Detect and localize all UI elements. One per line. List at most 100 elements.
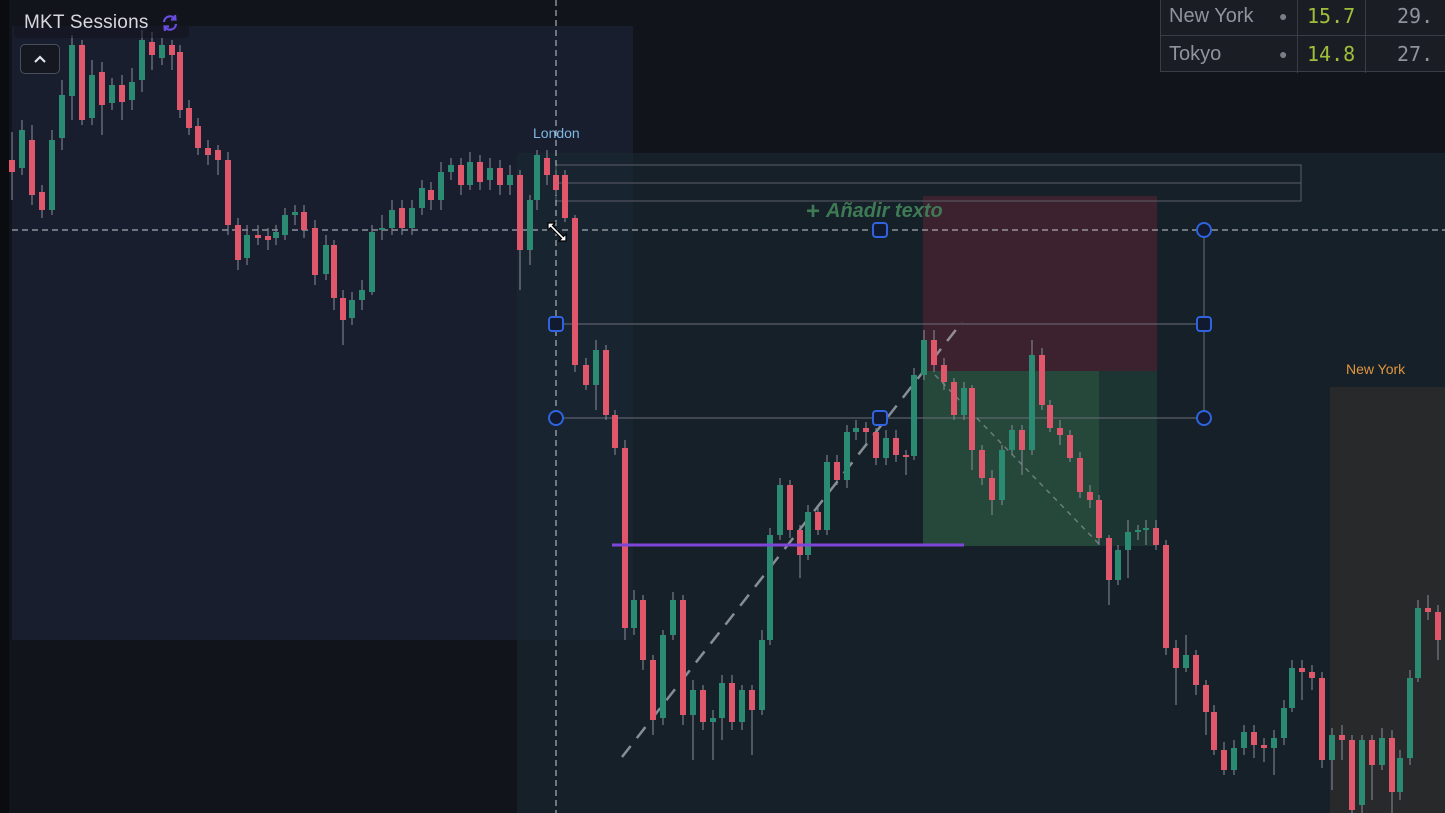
price-chart[interactable] bbox=[0, 0, 1445, 813]
candle-body bbox=[428, 190, 434, 200]
candle-body bbox=[931, 340, 937, 365]
candle-body bbox=[815, 512, 821, 530]
candle-body bbox=[59, 95, 65, 138]
session-value-2: 29. bbox=[1397, 4, 1434, 28]
candle-body bbox=[1039, 355, 1045, 405]
candle-body bbox=[824, 462, 830, 530]
candle-body bbox=[215, 150, 221, 160]
candle-body bbox=[660, 635, 666, 718]
candle-body bbox=[1231, 748, 1237, 770]
candle-body bbox=[235, 225, 241, 260]
table-row: Tokyo ● 14.8 27. bbox=[1161, 35, 1445, 73]
candle-body bbox=[873, 432, 879, 458]
candle-body bbox=[359, 290, 365, 300]
handle-bottom-right[interactable] bbox=[1196, 410, 1212, 426]
candle-body bbox=[739, 690, 745, 722]
handle-mid-left[interactable] bbox=[548, 316, 564, 332]
handle-mid-right[interactable] bbox=[1196, 316, 1212, 332]
candle-body bbox=[1435, 612, 1441, 640]
candle-body bbox=[467, 162, 473, 185]
candle-body bbox=[29, 140, 35, 195]
candle-body bbox=[834, 462, 840, 480]
candle-body bbox=[729, 683, 735, 722]
candle-body bbox=[1096, 500, 1102, 538]
candle-body bbox=[177, 52, 183, 110]
candle-body bbox=[1241, 732, 1247, 748]
candle-body bbox=[893, 438, 899, 455]
candle-body bbox=[448, 165, 454, 172]
candle-body bbox=[1029, 355, 1035, 450]
handle-top-mid[interactable] bbox=[872, 222, 888, 238]
candle-body bbox=[99, 72, 105, 105]
candle-body bbox=[1299, 668, 1305, 672]
resize-cursor-icon bbox=[547, 222, 567, 242]
candle-body bbox=[399, 208, 405, 228]
candle-body bbox=[119, 85, 125, 102]
candle-body bbox=[458, 165, 464, 185]
sessions-table: New York ● 15.7 29. Tokyo ● 14.8 27. bbox=[1160, 0, 1445, 73]
candle-body bbox=[612, 415, 618, 448]
candle-body bbox=[1415, 608, 1421, 678]
profit-zone bbox=[923, 371, 1099, 546]
candle-body bbox=[553, 175, 559, 190]
candle-body bbox=[438, 172, 444, 200]
left-panel-edge bbox=[0, 0, 9, 813]
candle-body bbox=[331, 245, 337, 298]
candle-body bbox=[89, 75, 95, 118]
candle-body bbox=[265, 236, 271, 240]
candle-body bbox=[999, 450, 1005, 500]
candle-body bbox=[255, 235, 261, 238]
candle-body bbox=[340, 298, 346, 320]
candle-body bbox=[583, 365, 589, 385]
candle-body bbox=[979, 450, 985, 478]
candle-body bbox=[1106, 538, 1112, 580]
candle-body bbox=[863, 428, 869, 432]
candle-body bbox=[640, 600, 646, 660]
candle-body bbox=[1057, 428, 1063, 435]
candle-body bbox=[1319, 678, 1325, 760]
candle-body bbox=[787, 485, 793, 530]
candle-body bbox=[903, 455, 909, 457]
session-value-1: 15.7 bbox=[1307, 4, 1356, 28]
candle-body bbox=[149, 42, 155, 55]
candle-body bbox=[409, 208, 415, 228]
candle-body bbox=[349, 300, 355, 318]
candle-body bbox=[921, 340, 927, 375]
refresh-icon[interactable] bbox=[159, 12, 181, 34]
candle-body bbox=[195, 126, 201, 148]
candle-body bbox=[1143, 528, 1149, 530]
candle-body bbox=[853, 428, 859, 432]
candle-body bbox=[517, 175, 523, 250]
candle-body bbox=[1379, 738, 1385, 765]
candle-body bbox=[1153, 528, 1159, 545]
candle-body bbox=[805, 512, 811, 555]
candle-body bbox=[631, 600, 637, 628]
candle-body bbox=[159, 45, 165, 58]
candle-body bbox=[844, 432, 850, 480]
candle-body bbox=[1425, 608, 1431, 612]
candle-body bbox=[593, 350, 599, 385]
collapse-button[interactable] bbox=[20, 44, 60, 74]
candle-body bbox=[1115, 550, 1121, 580]
handle-top-right[interactable] bbox=[1196, 222, 1212, 238]
candle-body bbox=[1369, 740, 1375, 765]
candle-body bbox=[777, 485, 783, 535]
candle-body bbox=[650, 660, 656, 720]
candle-body bbox=[1349, 740, 1355, 810]
candle-body bbox=[767, 535, 773, 640]
candle-body bbox=[700, 690, 706, 722]
candle-body bbox=[1047, 405, 1053, 428]
handle-bottom-left[interactable] bbox=[548, 410, 564, 426]
candle-body bbox=[1251, 732, 1257, 745]
candle-body bbox=[497, 168, 503, 185]
add-text-button[interactable]: + Añadir texto bbox=[806, 199, 943, 223]
candle-body bbox=[419, 188, 425, 208]
indicator-legend[interactable]: MKT Sessions bbox=[14, 8, 189, 38]
handle-bottom-mid[interactable] bbox=[872, 410, 888, 426]
candle-body bbox=[534, 155, 540, 200]
candle-body bbox=[69, 45, 75, 96]
candle-body bbox=[39, 192, 45, 210]
candle-body bbox=[572, 218, 578, 365]
candle-body bbox=[710, 718, 716, 722]
candle-body bbox=[507, 175, 513, 185]
